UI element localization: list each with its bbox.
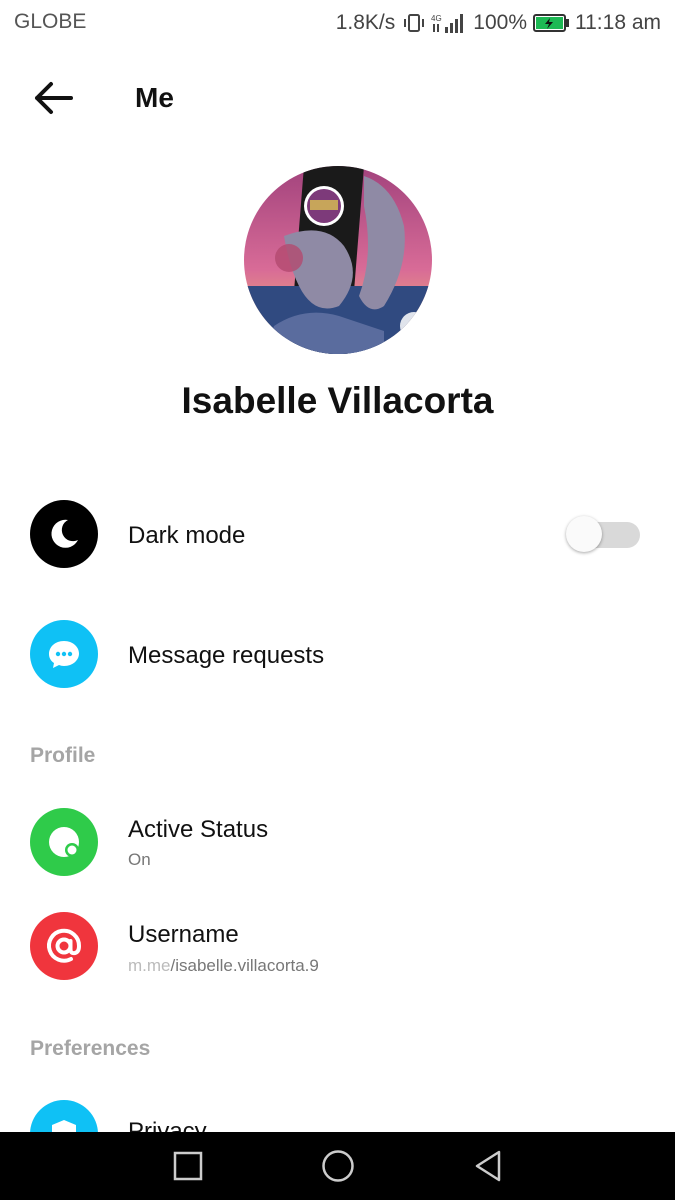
system-back-button[interactable] [468, 1146, 508, 1186]
shield-icon [52, 1120, 76, 1132]
at-sign-icon [47, 928, 82, 963]
triangle-back-icon [475, 1150, 501, 1182]
active-status-icon [49, 827, 79, 857]
active-status-icon-badge [30, 808, 98, 876]
message-requests-row[interactable]: Message requests [0, 616, 675, 696]
username-label: Username [128, 921, 239, 948]
dark-mode-label: Dark mode [128, 522, 246, 549]
username-handle: /isabelle.villacorta.9 [170, 956, 319, 975]
profile-name: Isabelle Villacorta [181, 380, 494, 421]
toggle-knob [566, 516, 602, 552]
active-status-row[interactable]: Active Status On [0, 804, 675, 884]
moon-icon [51, 519, 78, 548]
page-title: Me [135, 82, 174, 113]
chat-bubble-icon [49, 641, 79, 668]
message-requests-icon-badge [30, 620, 98, 688]
status-indicators: 1.8K/s 4G 100% 11:18 am [336, 10, 661, 36]
username-value: m.me/isabelle.villacorta.9 [128, 956, 319, 976]
username-icon-badge [30, 912, 98, 980]
section-header-profile: Profile [30, 744, 96, 767]
avatar[interactable] [244, 166, 432, 354]
privacy-icon-badge [30, 1100, 98, 1132]
battery-charging-icon [533, 14, 569, 32]
clock: 11:18 am [575, 11, 661, 34]
back-button[interactable] [30, 78, 76, 118]
svg-text:4G: 4G [431, 14, 442, 23]
privacy-label: Privacy [128, 1118, 207, 1132]
dark-mode-toggle[interactable] [566, 516, 640, 552]
recents-button[interactable] [168, 1146, 208, 1186]
square-icon [173, 1151, 203, 1181]
network-speed: 1.8K/s [335, 11, 396, 34]
circle-icon [322, 1150, 354, 1182]
vibrate-icon [404, 14, 425, 32]
home-button[interactable] [318, 1146, 358, 1186]
carrier-name: GLOBE [14, 10, 87, 33]
battery-percent: 100% [473, 11, 527, 34]
status-bar: GLOBE 1.8K/s 4G 100% 11:18 am [0, 0, 675, 46]
active-status-value: On [128, 850, 151, 869]
arrow-left-icon [35, 82, 73, 114]
section-header-preferences: Preferences [30, 1037, 151, 1060]
active-status-label: Active Status [128, 816, 269, 843]
privacy-row[interactable]: Privacy [0, 1096, 675, 1132]
signal-4g-icon: 4G [431, 14, 464, 33]
username-row[interactable]: Username m.me/isabelle.villacorta.9 [0, 908, 675, 988]
moon-icon-badge [30, 500, 98, 568]
username-prefix: m.me [128, 956, 171, 975]
message-requests-label: Message requests [128, 642, 325, 669]
